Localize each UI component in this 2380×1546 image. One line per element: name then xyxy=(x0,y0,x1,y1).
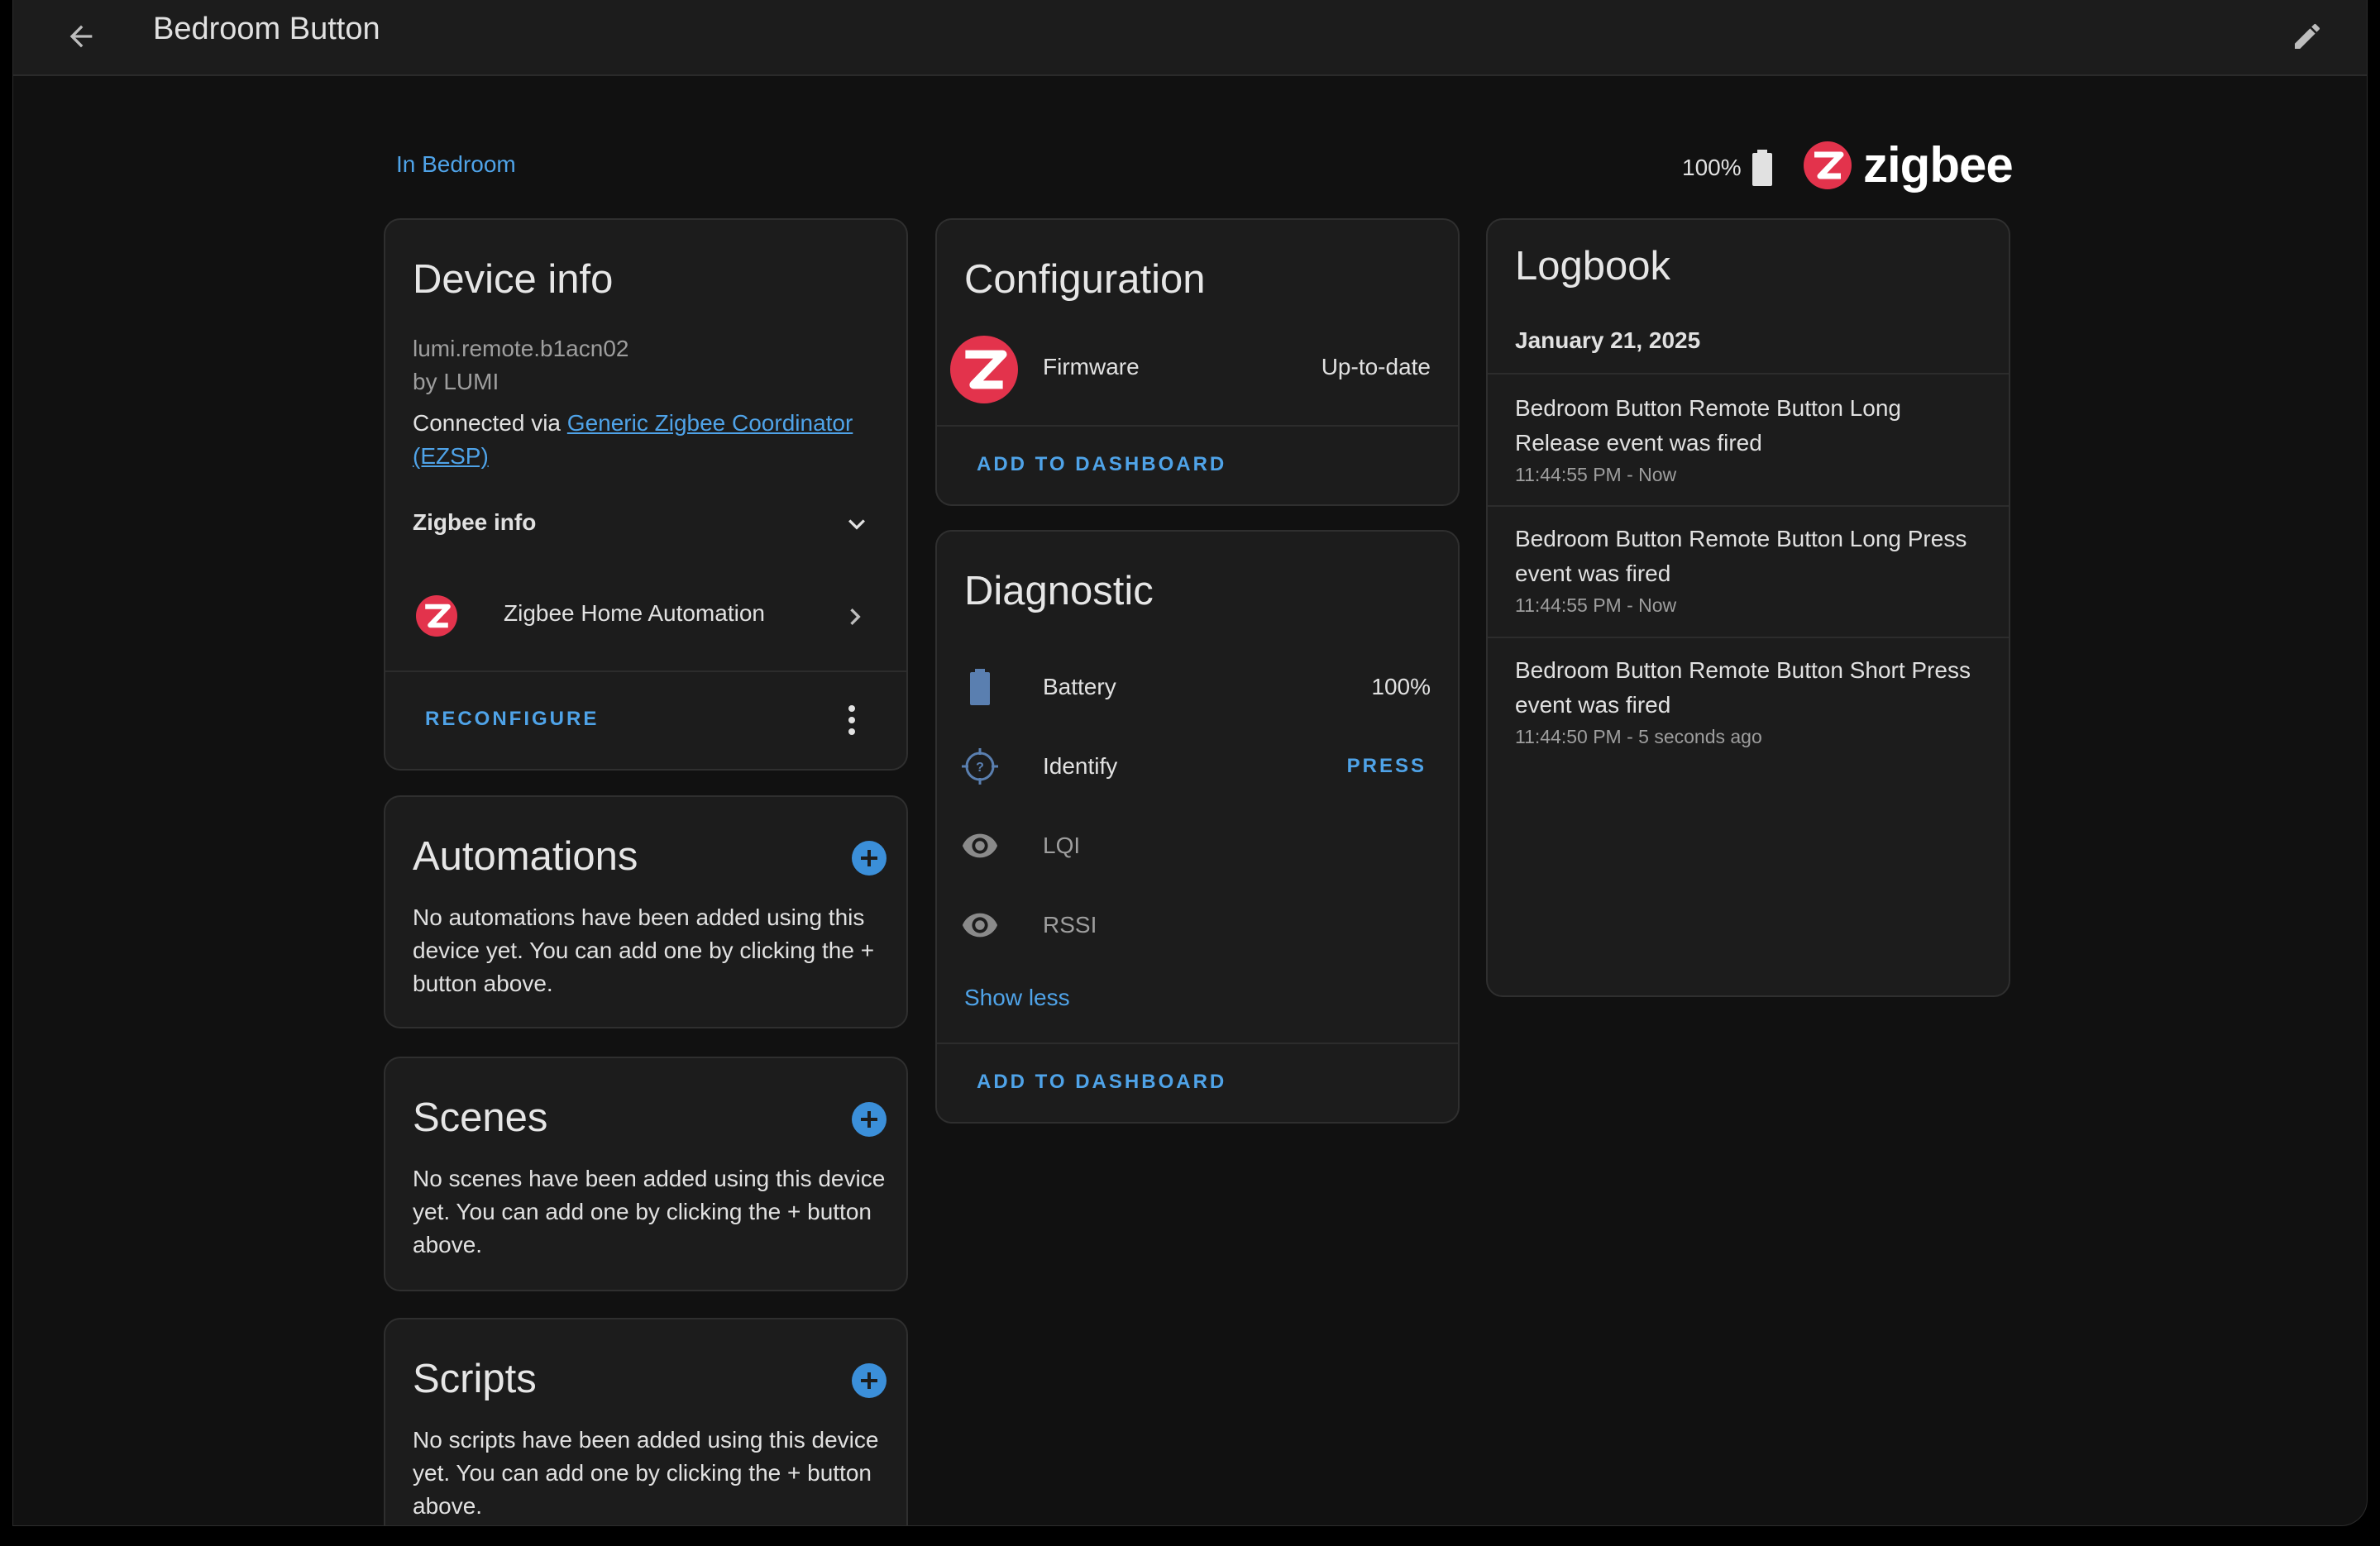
add-script-button[interactable] xyxy=(852,1363,887,1398)
card-divider xyxy=(937,1043,1458,1044)
logbook-entry[interactable]: Bedroom Button Remote Button Long Releas… xyxy=(1488,375,2009,505)
configuration-card: Configuration Firmware Up-to-date ADD TO… xyxy=(935,218,1460,506)
card-divider xyxy=(937,425,1458,427)
zigbee-logo-icon xyxy=(1804,141,1852,189)
area-link[interactable]: In Bedroom xyxy=(396,151,516,178)
logbook-entry-text: Bedroom Button Remote Button Long Press … xyxy=(1515,522,1986,591)
chevron-right-icon xyxy=(850,608,861,625)
logbook-entry-text: Bedroom Button Remote Button Short Press… xyxy=(1515,653,1986,723)
logbook-entry-text: Bedroom Button Remote Button Long Releas… xyxy=(1515,391,1986,460)
automations-empty-text: No automations have been added using thi… xyxy=(413,904,875,996)
arrow-left-icon xyxy=(69,25,93,48)
add-scene-button[interactable] xyxy=(852,1102,887,1137)
diagnostic-label: Battery xyxy=(1043,674,1116,699)
card-divider xyxy=(385,670,906,672)
app-window: Bedroom Button In Bedroom 100% zigbee De… xyxy=(12,0,2368,1526)
zigbee-firmware-icon xyxy=(950,336,1018,403)
reconfigure-button[interactable]: RECONFIGURE xyxy=(425,708,599,731)
integration-name: Zigbee Home Automation xyxy=(504,600,765,626)
crosshair-help-icon: ? xyxy=(962,748,998,785)
configuration-add-to-dashboard-button[interactable]: ADD TO DASHBOARD xyxy=(977,453,1226,476)
logbook-entry-line2: Release event was fired xyxy=(1515,430,1762,456)
logbook-entry-line2: event was fired xyxy=(1515,561,1671,586)
logbook-entry-time: 11:44:55 PM - Now xyxy=(1515,594,1677,616)
logbook-entry-line1: Bedroom Button Remote Button Short Press xyxy=(1515,657,1971,683)
configuration-title: Configuration xyxy=(964,257,1206,302)
device-info-card: Device info lumi.remote.b1acn02 by LUMI … xyxy=(384,218,908,771)
connected-via: Connected via Generic Zigbee Coordinator… xyxy=(413,407,892,473)
more-options-button[interactable] xyxy=(847,704,857,737)
page-title: Bedroom Button xyxy=(153,12,380,46)
battery-badge-value: 100% xyxy=(1682,155,1742,180)
dots-vertical-icon xyxy=(848,705,855,735)
battery-icon xyxy=(970,669,990,705)
logbook-date: January 21, 2025 xyxy=(1515,327,1701,353)
scenes-card: Scenes No scenes have been added using t… xyxy=(384,1057,908,1291)
logbook-entry-line1: Bedroom Button Remote Button Long Press xyxy=(1515,526,1967,551)
scripts-card: Scripts No scripts have been added using… xyxy=(384,1318,908,1525)
automations-title: Automations xyxy=(413,834,638,879)
logbook-entry[interactable]: Bedroom Button Remote Button Short Press… xyxy=(1488,638,2009,769)
eye-icon xyxy=(962,913,998,938)
edit-button[interactable] xyxy=(2281,10,2334,63)
diagnostic-label: LQI xyxy=(1043,833,1081,858)
scripts-title: Scripts xyxy=(413,1357,537,1401)
logbook-title: Logbook xyxy=(1515,244,1671,289)
integration-row[interactable]: Zigbee Home Automation xyxy=(385,584,906,650)
firmware-value: Up-to-date xyxy=(1321,354,1431,379)
diagnostic-label: Identify xyxy=(1043,753,1118,779)
zha-logo-icon xyxy=(416,595,457,637)
firmware-row[interactable]: Firmware Up-to-date xyxy=(937,329,1458,412)
coordinator-link-line1: Generic Zigbee Coordinator xyxy=(566,410,853,436)
device-info-title: Device info xyxy=(413,257,614,302)
diagnostic-row-identify: ? Identify PRESS xyxy=(937,733,1458,799)
diagnostic-title: Diagnostic xyxy=(964,569,1154,613)
diagnostic-label: RSSI xyxy=(1043,912,1097,938)
diagnostic-row-lqi[interactable]: LQI xyxy=(937,813,1458,879)
chevron-down-icon xyxy=(848,519,865,530)
zigbee-info-expander[interactable]: Zigbee info xyxy=(385,501,906,551)
battery-icon xyxy=(1752,150,1772,186)
firmware-label: Firmware xyxy=(1043,354,1140,379)
add-automation-button[interactable] xyxy=(852,841,887,876)
logbook-entry-line2: event was fired xyxy=(1515,692,1671,718)
zigbee-info-label: Zigbee info xyxy=(413,509,537,535)
logbook-entry-line1: Bedroom Button Remote Button Long xyxy=(1515,395,1901,421)
scenes-empty-text: No scenes have been added using this dev… xyxy=(413,1166,886,1257)
device-manufacturer: by LUMI xyxy=(413,369,499,394)
top-bar: Bedroom Button xyxy=(13,0,2367,76)
scenes-title: Scenes xyxy=(413,1095,548,1140)
pencil-icon xyxy=(2295,23,2320,49)
automations-card: Automations No automations have been add… xyxy=(384,795,908,1028)
logbook-entry-time: 11:44:50 PM - 5 seconds ago xyxy=(1515,726,1762,747)
diagnostic-card: Diagnostic Battery 100% ? Identify PRESS… xyxy=(935,530,1460,1124)
logbook-entry[interactable]: Bedroom Button Remote Button Long Press … xyxy=(1488,507,2009,637)
battery-badge: 100% xyxy=(1682,150,1775,186)
device-model: lumi.remote.b1acn02 xyxy=(413,336,629,361)
zigbee-brand: zigbee xyxy=(1804,136,2014,193)
diagnostic-add-to-dashboard-button[interactable]: ADD TO DASHBOARD xyxy=(977,1071,1226,1094)
identify-press-button[interactable]: PRESS xyxy=(1347,755,1427,778)
diagnostic-row-battery[interactable]: Battery 100% xyxy=(937,654,1458,720)
zigbee-brand-text: zigbee xyxy=(1863,137,2014,193)
logbook-card: Logbook January 21, 2025 Bedroom Button … xyxy=(1486,218,2010,997)
connected-via-prefix: Connected via xyxy=(413,410,562,436)
coordinator-link-line2: (EZSP) xyxy=(413,443,489,469)
eye-icon xyxy=(962,833,998,858)
diagnostic-value: 100% xyxy=(1371,674,1431,699)
diagnostic-row-rssi[interactable]: RSSI xyxy=(937,892,1458,958)
show-less-link[interactable]: Show less xyxy=(964,985,1070,1011)
logbook-entry-time: 11:44:55 PM - Now xyxy=(1515,464,1677,485)
back-button[interactable] xyxy=(55,10,108,63)
scripts-empty-text: No scripts have been added using this de… xyxy=(413,1427,879,1519)
svg-text:?: ? xyxy=(976,761,984,775)
